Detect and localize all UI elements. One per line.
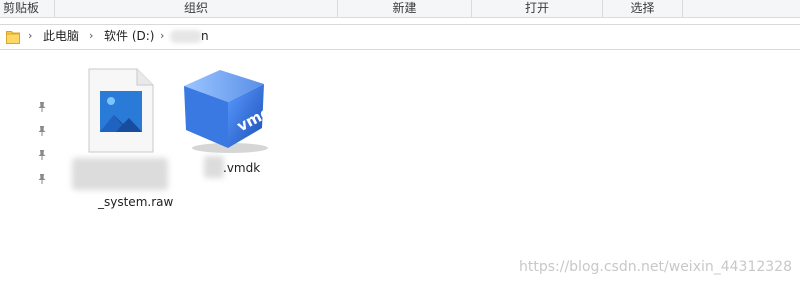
ribbon-group-organize[interactable]: 组织 [55,0,338,17]
redacted-folder-name [170,30,202,43]
ribbon-group-open[interactable]: 打开 [472,0,603,17]
pin-icon[interactable] [37,101,47,113]
redacted-file-name [72,158,168,190]
pin-icon[interactable] [37,173,47,185]
breadcrumb-drive-d[interactable]: 软件 (D:) [104,28,154,44]
redacted-file-name [204,156,224,178]
image-file-icon [88,68,154,153]
breadcrumb-this-pc[interactable]: 此电脑 [43,28,79,44]
chevron-right-icon[interactable]: › [160,28,164,44]
file-item-raw[interactable]: _system.raw [70,60,174,215]
pin-icon[interactable] [37,149,47,161]
ribbon-group-select[interactable]: 选择 [603,0,683,17]
file-name: _system.raw [98,195,174,209]
watermark-text: https://blog.csdn.net/weixin_44312328 [518,259,792,275]
ribbon-group-clipboard[interactable]: 剪贴板 [0,0,55,17]
folder-icon [6,31,20,44]
breadcrumb-current-folder[interactable]: n [201,28,209,44]
ribbon-group-labels: 剪贴板 组织 新建 打开 选择 [0,0,800,18]
file-name: .vmdk [223,161,261,175]
ribbon-group-new[interactable]: 新建 [338,0,472,17]
pin-icon[interactable] [37,125,47,137]
vmdk-file-icon: vmdk [184,70,272,153]
chevron-right-icon[interactable]: › [28,28,32,44]
file-item-vmdk[interactable]: vmdk .vmdk [178,62,278,182]
address-bar[interactable]: › 此电脑 › 软件 (D:) › n [0,24,800,50]
chevron-right-icon[interactable]: › [89,28,93,44]
